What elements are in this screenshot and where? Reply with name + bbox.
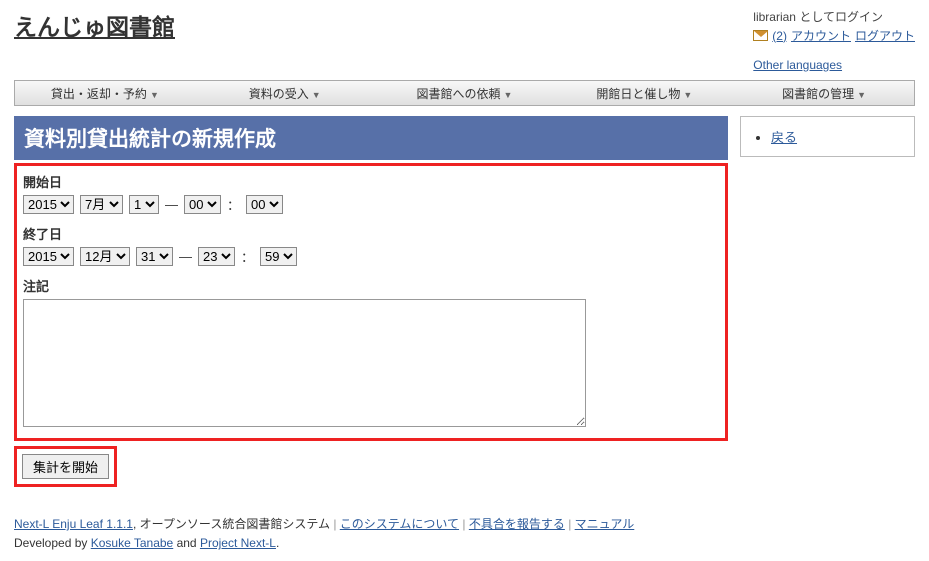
end-date-label: 終了日 [23, 224, 719, 243]
start-date-label: 開始日 [23, 172, 719, 191]
back-link[interactable]: 戻る [771, 130, 797, 145]
login-status: librarian としてログイン [753, 8, 915, 25]
end-day-select[interactable]: 31 [136, 247, 173, 266]
dash-separator: — [165, 197, 178, 212]
note-textarea[interactable] [23, 299, 586, 427]
end-year-select[interactable]: 2015 [23, 247, 74, 266]
start-aggregation-button[interactable]: 集計を開始 [22, 454, 109, 479]
account-link[interactable]: アカウント [791, 27, 851, 44]
chevron-down-icon: ▼ [150, 90, 159, 100]
time-colon: ： [227, 195, 240, 214]
message-count-link[interactable]: (2) [772, 29, 787, 43]
menu-admin[interactable]: 図書館の管理▼ [734, 85, 914, 102]
start-hour-select[interactable]: 00 [184, 195, 221, 214]
end-min-select[interactable]: 59 [260, 247, 297, 266]
menu-receive[interactable]: 資料の受入▼ [195, 85, 375, 102]
footer: Next-L Enju Leaf 1.1.1, オープンソース統合図書館システム… [14, 515, 915, 553]
time-colon: ： [241, 247, 254, 266]
mail-icon [753, 30, 768, 41]
submit-highlight: 集計を開始 [14, 446, 117, 487]
page-title: 資料別貸出統計の新規作成 [14, 116, 728, 160]
menu-loan[interactable]: 貸出・返却・予約▼ [15, 85, 195, 102]
menu-request[interactable]: 図書館への依頼▼ [375, 85, 555, 102]
start-year-select[interactable]: 2015 [23, 195, 74, 214]
chevron-down-icon: ▼ [857, 90, 866, 100]
site-title-link[interactable]: えんじゅ図書館 [14, 8, 175, 72]
other-languages-link[interactable]: Other languages [753, 58, 842, 72]
chevron-down-icon: ▼ [504, 90, 513, 100]
start-month-select[interactable]: 7月 [80, 195, 123, 214]
note-label: 注記 [23, 276, 719, 295]
developer-2-link[interactable]: Project Next-L [200, 536, 276, 550]
manual-link[interactable]: マニュアル [575, 517, 635, 531]
end-hour-select[interactable]: 23 [198, 247, 235, 266]
chevron-down-icon: ▼ [312, 90, 321, 100]
end-month-select[interactable]: 12月 [80, 247, 130, 266]
sidebar-nav: 戻る [740, 116, 915, 157]
dash-separator: — [179, 249, 192, 264]
logout-link[interactable]: ログアウト [855, 27, 915, 44]
about-link[interactable]: このシステムについて [340, 517, 459, 531]
menu-holiday[interactable]: 開館日と催し物▼ [554, 85, 734, 102]
main-menubar: 貸出・返却・予約▼ 資料の受入▼ 図書館への依頼▼ 開館日と催し物▼ 図書館の管… [14, 80, 915, 106]
product-link[interactable]: Next-L Enju Leaf 1.1.1 [14, 517, 133, 531]
start-min-select[interactable]: 00 [246, 195, 283, 214]
start-day-select[interactable]: 1 [129, 195, 159, 214]
login-area: librarian としてログイン (2) アカウント ログアウト Other … [753, 8, 915, 72]
chevron-down-icon: ▼ [683, 90, 692, 100]
stats-form-highlight: 開始日 2015 7月 1 — 00 ： 00 終了日 2015 12月 31 … [14, 163, 728, 441]
report-bug-link[interactable]: 不具合を報告する [469, 517, 565, 531]
developer-1-link[interactable]: Kosuke Tanabe [91, 536, 174, 550]
